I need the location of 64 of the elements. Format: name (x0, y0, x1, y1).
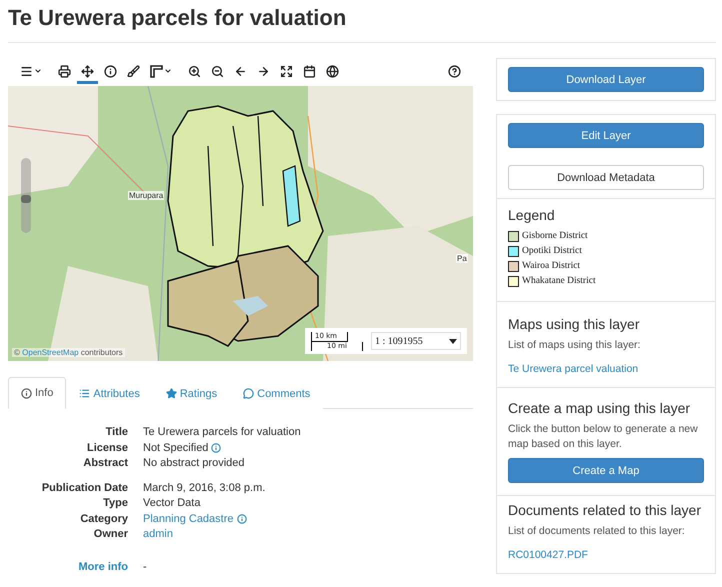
field-label: License (86, 440, 128, 455)
pan-tool-icon (81, 64, 94, 78)
field-label: Publication Date (40, 480, 128, 495)
tab[interactable]: Info (8, 377, 66, 409)
map-link[interactable]: Te Urewera parcel valuation (508, 363, 638, 375)
info-icon (21, 388, 32, 398)
list-icon (79, 388, 90, 399)
scale-select[interactable]: 1 : 1091955 (371, 332, 461, 350)
caret-icon (449, 338, 457, 344)
menu-icon (20, 64, 33, 78)
field-value: - (143, 560, 147, 574)
caret-icon (34, 67, 42, 75)
openstreetmap-link[interactable]: OpenStreetMap (22, 348, 79, 357)
field-label: Title (104, 425, 128, 440)
section-heading: Create a map using this layer (508, 400, 692, 416)
star-icon (166, 388, 177, 399)
forward-icon (257, 64, 270, 78)
info-icon[interactable] (236, 514, 247, 524)
field-value: Vector Data (143, 496, 200, 510)
globe-icon (326, 64, 339, 78)
section-text: Click the button below to generate a new map based on this layer. (508, 422, 699, 452)
section-text: List of documents related to this layer: (508, 524, 686, 539)
field-label: Type (102, 496, 128, 510)
page-title: Te Urewera parcels for valuation (8, 0, 716, 43)
legend-label: Wairoa District (522, 260, 580, 273)
speech-bubble-icon (243, 388, 254, 399)
section-text: List of maps using this layer: (508, 338, 642, 353)
field-label: Category (79, 512, 128, 526)
info-icon[interactable] (211, 442, 222, 453)
section-heading: Maps using this layer (508, 316, 641, 332)
field-value: No abstract provided (143, 456, 244, 470)
full-extent-icon (280, 64, 293, 78)
section-heading: Documents related to this layer (508, 502, 702, 518)
calendar-icon (303, 64, 316, 78)
zoom-out-icon (211, 64, 224, 78)
legend-label: Opotiki District (522, 245, 582, 258)
place-label: Pa (456, 254, 468, 263)
field-value: March 9, 2016, 3:08 p.m. (143, 480, 266, 495)
field-link[interactable]: Planning Cadastre (143, 512, 234, 526)
download-layer-button[interactable]: Download Layer (508, 67, 704, 92)
field-label: Owner (92, 527, 128, 542)
info-tool-icon (104, 64, 117, 78)
legend-heading: Legend (508, 207, 556, 223)
edit-layer-button[interactable]: Edit Layer (508, 123, 704, 148)
more-info-link[interactable]: More info (8, 560, 128, 574)
legend-label: Gisborne District (522, 230, 588, 243)
place-label: Murupara (128, 191, 164, 200)
help-icon (448, 64, 461, 78)
legend-label: Whakatane District (522, 275, 596, 288)
document-link[interactable]: RC0100427.PDF (508, 549, 588, 561)
ruler-icon (150, 64, 163, 78)
caret-icon (164, 67, 172, 75)
brush-icon (127, 64, 140, 78)
download-metadata-button[interactable]: Download Metadata (508, 165, 704, 190)
field-label: Abstract (82, 456, 128, 470)
field-value: Te Urewera parcels for valuation (143, 425, 301, 440)
map-attribution: © OpenStreetMap contributors (12, 348, 125, 357)
field-value: Not Specified (143, 440, 208, 455)
print-icon (58, 64, 71, 78)
create-map-button[interactable]: Create a Map (508, 458, 704, 483)
field-link[interactable]: admin (143, 527, 173, 542)
zoom-in-icon (188, 64, 201, 78)
back-icon (234, 64, 247, 78)
zoom-slider[interactable] (21, 158, 31, 233)
